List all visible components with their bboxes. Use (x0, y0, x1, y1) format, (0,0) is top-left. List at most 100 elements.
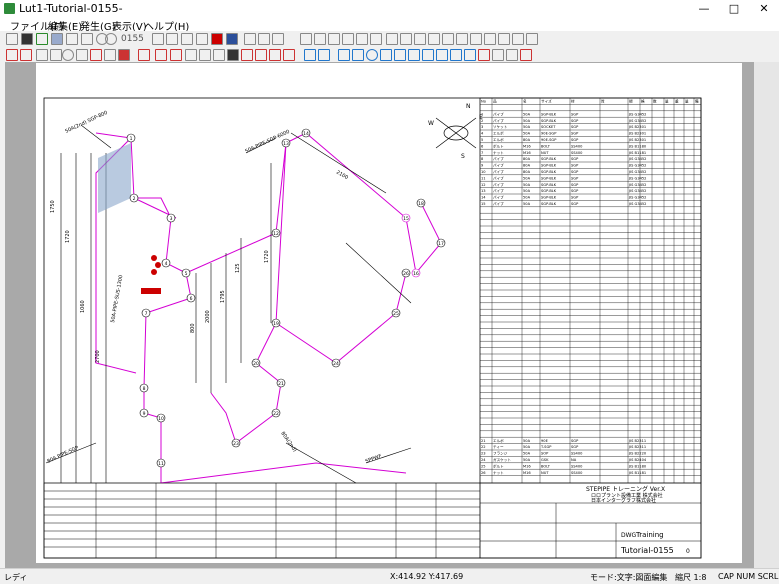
draw-r-icon[interactable] (255, 49, 267, 61)
draw-a-icon[interactable] (6, 49, 18, 61)
draw-u-icon[interactable] (304, 49, 316, 61)
maximize-button[interactable]: □ (719, 0, 749, 17)
draw-d-icon[interactable] (50, 49, 62, 61)
square-icon[interactable] (380, 49, 392, 61)
draw-q-icon[interactable] (241, 49, 253, 61)
bom-cell: JIS G3452 (628, 170, 646, 174)
pipe-label: 50A-PIPE-SUS-1300 (110, 275, 124, 324)
draw-p-icon[interactable] (227, 49, 239, 61)
draw-w-icon[interactable] (338, 49, 350, 61)
svg-text:22: 22 (273, 411, 279, 417)
bom-cell: JIS B1180 (628, 144, 647, 148)
close-button[interactable]: ✕ (749, 0, 779, 17)
drawing-area[interactable]: 1 2 3 4 5 6 7 8 9 10 11 12 13 14 15 16 17 18 19 20 21 22 23 24 2… (5, 62, 754, 568)
bom-cell: JIS B1180 (628, 464, 647, 468)
tool-s-icon[interactable] (512, 33, 524, 45)
tool-d-icon[interactable] (300, 33, 312, 45)
tool-o-icon[interactable] (456, 33, 468, 45)
delete-icon[interactable] (181, 33, 193, 45)
dim-text: 1795 (220, 290, 226, 303)
tool-e-icon[interactable] (314, 33, 326, 45)
bom-cell: SS400 (571, 144, 583, 148)
tool-n-icon[interactable] (442, 33, 454, 45)
draw-f-icon[interactable] (76, 49, 88, 61)
draw-s-icon[interactable] (269, 49, 281, 61)
plus-icon[interactable] (492, 49, 504, 61)
draw-g-icon[interactable] (90, 49, 102, 61)
bom-header: 材 (571, 99, 575, 104)
tool-g-icon[interactable] (342, 33, 354, 45)
draw-t-icon[interactable] (283, 49, 295, 61)
line-icon[interactable] (394, 49, 406, 61)
tool-b-icon[interactable] (258, 33, 270, 45)
tool-m-icon[interactable] (428, 33, 440, 45)
svg-text:4: 4 (165, 261, 168, 267)
draw-x-icon[interactable] (352, 49, 364, 61)
tool-q-icon[interactable] (484, 33, 496, 45)
draw-m-icon[interactable] (185, 49, 197, 61)
draw-h-icon[interactable] (104, 49, 116, 61)
record-icon[interactable] (211, 33, 223, 45)
node-marker: 8 (139, 383, 149, 393)
svg-text:21: 21 (278, 381, 284, 387)
draw-o-icon[interactable] (213, 49, 225, 61)
bom-cell: 21 (481, 439, 486, 443)
bom-cell: 12 (481, 183, 486, 187)
bom-cell: 9 (481, 164, 484, 168)
paste-icon[interactable] (81, 33, 93, 45)
draw-z-icon[interactable] (436, 49, 448, 61)
open-icon[interactable] (36, 33, 48, 45)
angle-icon[interactable] (464, 49, 476, 61)
circle-icon[interactable] (366, 49, 378, 61)
draw-k-icon[interactable] (155, 49, 167, 61)
rotate-icon[interactable] (166, 33, 178, 45)
bom-cell: エルボ (493, 137, 504, 142)
draw-i-icon[interactable] (118, 49, 130, 61)
cut-icon[interactable] (152, 33, 164, 45)
node-markers: 1234567891011121314151617181920212223242… (126, 128, 446, 468)
draw-n-icon[interactable] (199, 49, 211, 61)
bom-table: No 品 名 サイズ 材 質 規 格 数 量 重 量 備 1 パイプ 50A SGP-BLK SGP JIS G34… (479, 97, 702, 484)
tool-a-icon[interactable] (244, 33, 256, 45)
valve-cluster (141, 255, 161, 294)
tool-l-icon[interactable] (414, 33, 426, 45)
draw-v-icon[interactable] (318, 49, 330, 61)
svg-text:11: 11 (158, 461, 164, 467)
refresh-icon[interactable] (196, 33, 208, 45)
tool-c-icon[interactable] (272, 33, 284, 45)
redo-icon[interactable] (105, 33, 117, 45)
hatch-icon[interactable] (506, 49, 518, 61)
table-icon[interactable] (408, 49, 420, 61)
new-icon[interactable] (6, 33, 18, 45)
minimize-button[interactable]: — (689, 0, 719, 17)
node-marker: 6 (186, 293, 196, 303)
draw-c-icon[interactable] (36, 49, 48, 61)
grid-red-icon[interactable] (520, 49, 532, 61)
draw-e-icon[interactable] (62, 49, 74, 61)
bom-cell: 80A (523, 170, 531, 174)
save-icon[interactable] (21, 33, 33, 45)
bom-cell: BOLT (541, 464, 551, 468)
tool-h-icon[interactable] (356, 33, 368, 45)
tool-r-icon[interactable] (498, 33, 510, 45)
bom-cell: 24 (481, 458, 486, 462)
bom-cell: パイプ (493, 175, 504, 180)
grid-icon[interactable] (226, 33, 238, 45)
tool-i-icon[interactable] (370, 33, 382, 45)
tool-j-icon[interactable] (386, 33, 398, 45)
print-icon[interactable] (66, 33, 78, 45)
arc-icon[interactable] (450, 49, 462, 61)
draw-j-icon[interactable] (138, 49, 150, 61)
node-marker: 12 (271, 228, 281, 238)
draw-l-icon[interactable] (170, 49, 182, 61)
select-icon[interactable] (478, 49, 490, 61)
copy-icon[interactable] (51, 33, 63, 45)
vertical-scrollbar[interactable] (754, 62, 779, 568)
tool-k-icon[interactable] (400, 33, 412, 45)
tool-t-icon[interactable] (526, 33, 538, 45)
draw-y-icon[interactable] (422, 49, 434, 61)
draw-b-icon[interactable] (20, 49, 32, 61)
tool-f-icon[interactable] (328, 33, 340, 45)
tool-p-icon[interactable] (470, 33, 482, 45)
bom-cell: SGP (571, 189, 579, 193)
